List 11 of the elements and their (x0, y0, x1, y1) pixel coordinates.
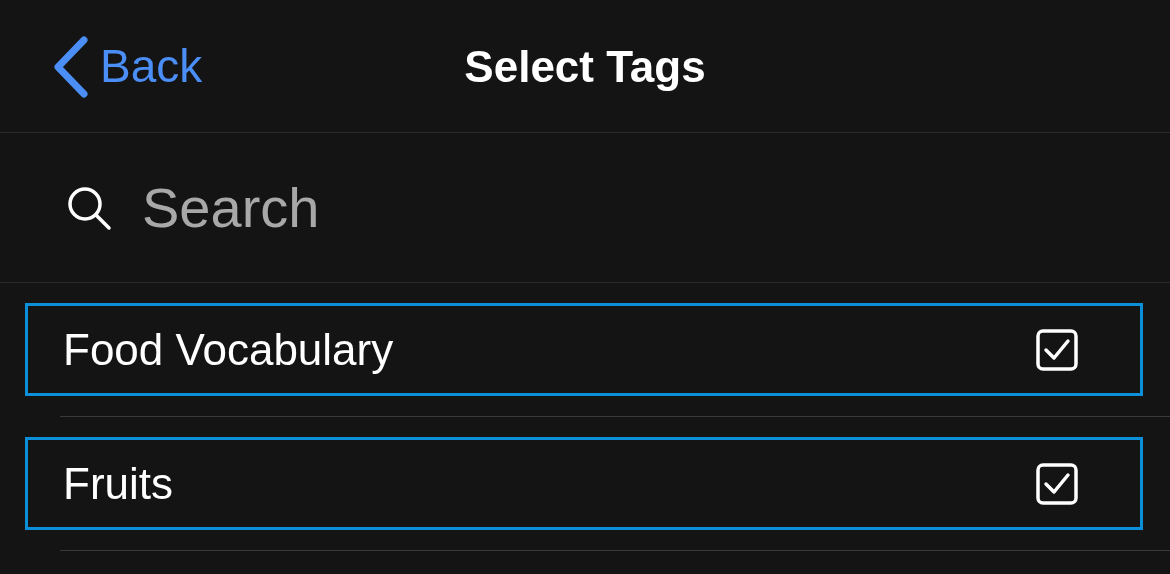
tag-row[interactable]: Food Vocabulary (25, 303, 1143, 396)
tag-row[interactable]: Fruits (25, 437, 1143, 530)
tag-label: Fruits (63, 457, 173, 510)
checkbox[interactable] (1036, 462, 1078, 505)
search-field[interactable]: Search (142, 165, 742, 250)
checkbox[interactable] (1036, 328, 1078, 371)
tag-label: Food Vocabulary (63, 323, 394, 376)
chevron-left-icon (52, 35, 90, 98)
screen-title: Select Tags (464, 40, 706, 93)
search-icon (66, 184, 112, 231)
back-button[interactable]: Back (52, 0, 203, 133)
